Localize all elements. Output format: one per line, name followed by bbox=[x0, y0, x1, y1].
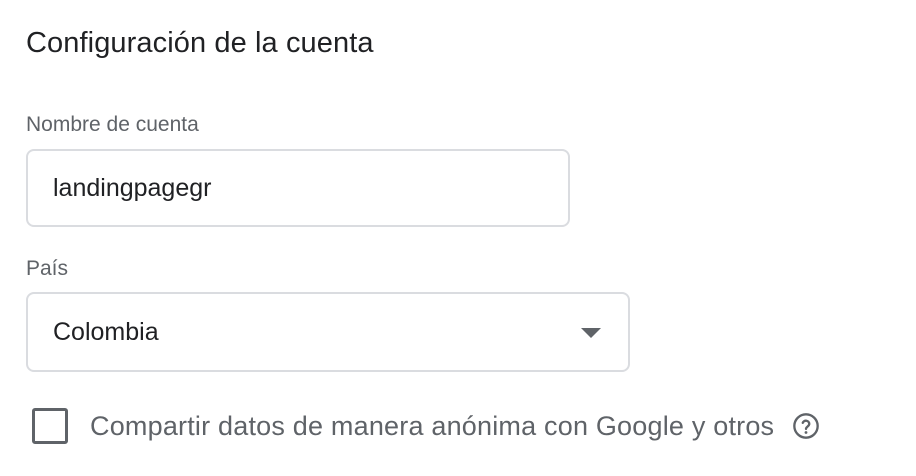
country-select[interactable]: Colombia bbox=[26, 292, 630, 372]
dropdown-arrow-icon bbox=[581, 328, 601, 338]
account-name-input[interactable] bbox=[26, 149, 570, 227]
share-data-checkbox[interactable] bbox=[32, 408, 68, 444]
help-circle-icon[interactable] bbox=[792, 412, 820, 440]
account-name-label: Nombre de cuenta bbox=[26, 113, 199, 136]
share-data-label[interactable]: Compartir datos de manera anónima con Go… bbox=[90, 408, 774, 444]
help-circle-icon-graphic bbox=[793, 413, 820, 439]
country-label: País bbox=[26, 257, 69, 280]
country-selected-value: Colombia bbox=[53, 318, 159, 346]
share-data-option: Compartir datos de manera anónima con Go… bbox=[32, 408, 820, 444]
section-title: Configuración de la cuenta bbox=[26, 27, 374, 59]
